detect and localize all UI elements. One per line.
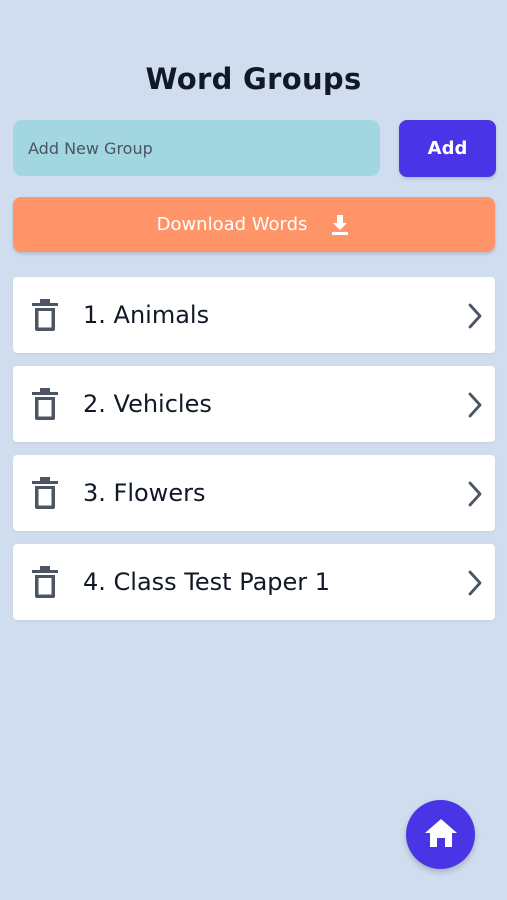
trash-icon[interactable] — [28, 475, 62, 511]
page-title: Word Groups — [145, 62, 362, 96]
group-item-flowers[interactable]: 3. Flowers — [13, 455, 495, 531]
trash-icon[interactable] — [28, 297, 62, 333]
trash-icon[interactable] — [28, 564, 62, 600]
trash-icon[interactable] — [28, 386, 62, 422]
group-list: 1. Animals 2. Vehicles 3. Flowers 4. Cla… — [13, 277, 495, 633]
home-icon — [423, 817, 459, 853]
new-group-input[interactable] — [13, 120, 380, 176]
add-button[interactable]: Add — [399, 120, 496, 177]
group-label: 4. Class Test Paper 1 — [83, 568, 331, 596]
download-icon — [329, 213, 351, 237]
chevron-right-icon[interactable] — [467, 392, 483, 418]
download-button-label: Download Words — [156, 214, 308, 235]
chevron-right-icon[interactable] — [467, 303, 483, 329]
home-button[interactable] — [406, 800, 475, 869]
group-item-vehicles[interactable]: 2. Vehicles — [13, 366, 495, 442]
group-label: 1. Animals — [83, 301, 210, 329]
download-words-button[interactable]: Download Words — [13, 197, 495, 252]
group-item-class-test-paper-1[interactable]: 4. Class Test Paper 1 — [13, 544, 495, 620]
group-label: 3. Flowers — [83, 479, 206, 507]
chevron-right-icon[interactable] — [467, 481, 483, 507]
chevron-right-icon[interactable] — [467, 570, 483, 596]
group-item-animals[interactable]: 1. Animals — [13, 277, 495, 353]
group-label: 2. Vehicles — [83, 390, 212, 418]
